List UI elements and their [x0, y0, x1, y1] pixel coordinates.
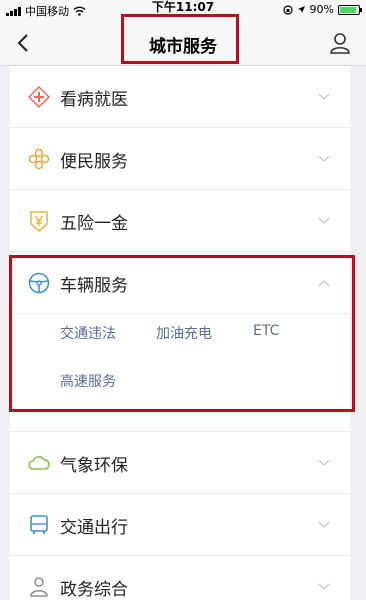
medical-cross-icon	[28, 86, 50, 108]
chevron-down-icon	[318, 217, 330, 224]
service-row-vehicle[interactable]: 车辆服务	[10, 252, 350, 314]
service-row-medical[interactable]: 看病就医	[10, 66, 350, 128]
service-label: 车辆服务	[60, 276, 128, 296]
status-bar-right: 90%	[282, 3, 362, 16]
location-arrow-icon	[297, 6, 305, 13]
chevron-down-icon	[318, 155, 330, 162]
battery-percent: 90%	[309, 3, 334, 16]
chevron-up-icon	[318, 280, 330, 287]
battery-icon	[338, 4, 362, 15]
user-profile-icon[interactable]	[328, 31, 352, 55]
rotation-lock-icon	[282, 4, 293, 15]
service-row-government[interactable]: 政务综合	[10, 556, 350, 600]
service-label: 气象环保	[60, 456, 128, 476]
cloud-icon	[28, 456, 50, 470]
page-title: 城市服务	[149, 37, 217, 57]
vehicle-sub-items: 交通违法 加油充电 ETC 高速服务	[10, 314, 350, 432]
flower-icon	[28, 148, 50, 170]
sub-item-highway[interactable]: 高速服务	[60, 371, 116, 391]
chevron-down-icon	[318, 93, 330, 100]
chevron-down-icon	[318, 459, 330, 466]
bus-icon	[30, 515, 48, 534]
service-label: 便民服务	[60, 152, 128, 172]
chevron-down-icon	[318, 521, 330, 528]
service-row-weather[interactable]: 气象环保	[10, 432, 350, 494]
service-label: 政务综合	[60, 580, 128, 600]
chevron-down-icon	[318, 583, 330, 590]
person-icon	[30, 577, 48, 597]
city-services-screen: 中国移动 下午11:07 90% 城市服务 看病就医 便民服务 五险一金 车辆服…	[0, 0, 366, 600]
steering-wheel-icon	[28, 272, 50, 294]
service-row-transport[interactable]: 交通出行	[10, 494, 350, 556]
service-list: 看病就医 便民服务 五险一金 车辆服务 交通违法 加油充电 ETC 高速服务 气…	[10, 66, 350, 600]
status-bar: 中国移动 下午11:07 90%	[0, 0, 366, 20]
sub-item-refuel-charge[interactable]: 加油充电	[156, 323, 212, 343]
nav-bar: 城市服务	[0, 20, 366, 66]
service-label: 五险一金	[60, 214, 128, 234]
service-row-convenience[interactable]: 便民服务	[10, 128, 350, 190]
service-row-insurance[interactable]: 五险一金	[10, 190, 350, 252]
service-label: 交通出行	[60, 518, 128, 538]
sub-item-etc[interactable]: ETC	[253, 323, 279, 339]
sub-item-traffic-violation[interactable]: 交通违法	[60, 323, 116, 343]
yen-shield-icon	[30, 211, 48, 232]
service-label: 看病就医	[60, 90, 128, 110]
